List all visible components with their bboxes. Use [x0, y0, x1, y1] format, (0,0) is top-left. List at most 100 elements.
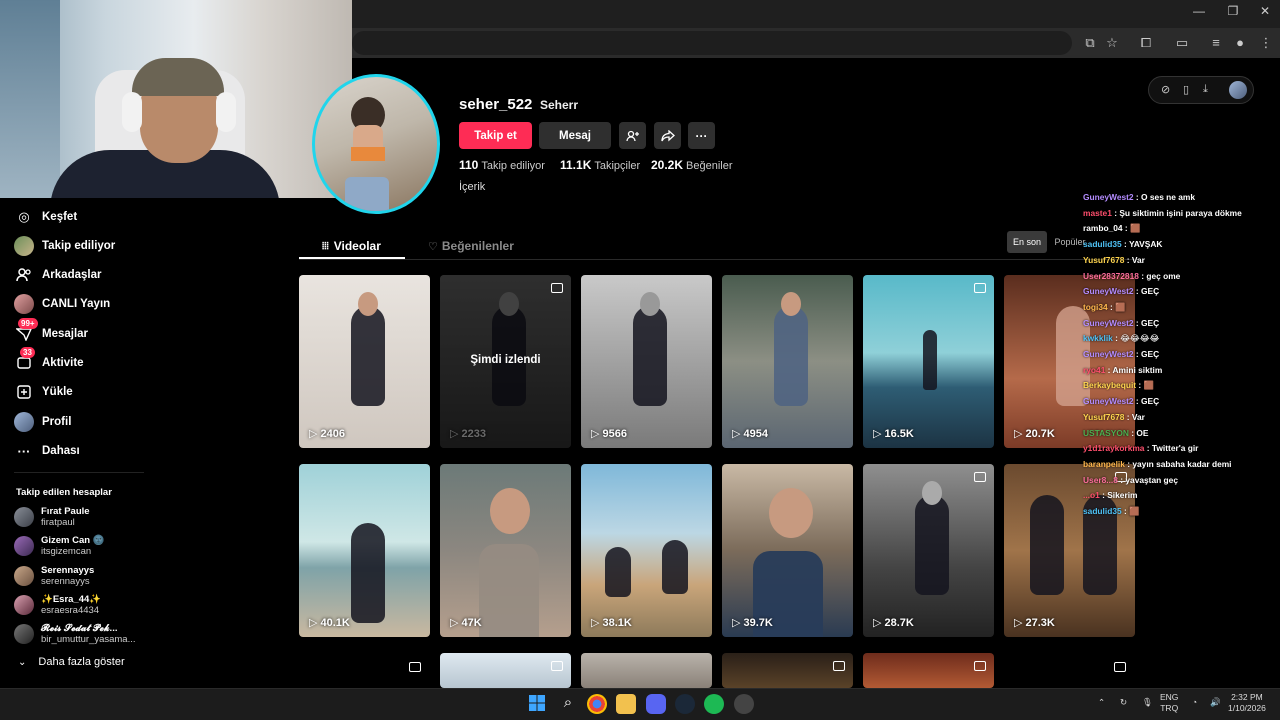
browser-menu-icon[interactable]: ⋮ [1256, 33, 1276, 53]
wifi-icon[interactable]: ◔ [1192, 697, 1197, 708]
install-app-icon[interactable]: ⧉ [1080, 33, 1100, 53]
address-bar[interactable] [352, 31, 1072, 55]
activity-badge: 33 [20, 347, 35, 358]
video-card[interactable] [863, 653, 994, 688]
chat-username: y1d1raykorkma [1083, 443, 1145, 454]
following-account[interactable]: 𝓡𝓮𝓲𝓼 𝓢𝓮𝓭𝓪𝓽 𝓟𝓮𝓴... bir_umuttur_yasama... [14, 621, 136, 647]
video-card[interactable]: ▷ 4954 [722, 275, 853, 448]
video-card[interactable]: Şimdi izlendi ▷ 2233 [440, 275, 571, 448]
video-card[interactable]: ▷ 9566 [581, 275, 712, 448]
minimize-button[interactable]: — [1184, 4, 1214, 18]
sidebar-item-messages[interactable]: 99+ Mesajlar [14, 318, 88, 346]
more-icon: ··· [17, 443, 31, 459]
following-count[interactable]: 110 Takip ediliyor [459, 158, 545, 172]
video-card[interactable]: ▷ 39.7K [722, 464, 853, 637]
following-account[interactable]: Fırat Paule firatpaul [14, 504, 90, 530]
clock[interactable]: 2:32 PM 1/10/2026 [1228, 692, 1266, 714]
bookmark-star-icon[interactable]: ☆ [1102, 33, 1122, 53]
language-indicator[interactable]: ENG TRQ [1160, 692, 1178, 714]
user-avatar[interactable] [1229, 81, 1247, 99]
tab-videos[interactable]: ⦙⦙⦙ Videolar [322, 235, 381, 257]
add-friend-button[interactable] [619, 122, 646, 149]
sidebar-item-activity[interactable]: 33 Aktivite [14, 347, 84, 375]
video-card[interactable]: ▷ 40.1K [299, 464, 430, 637]
following-account[interactable]: ✨Esra_44✨ esraesra4434 [14, 592, 101, 618]
chat-separator: : [1133, 396, 1142, 407]
message-button[interactable]: Mesaj [539, 122, 611, 149]
sidebar-item-profile[interactable]: Profil [14, 410, 71, 434]
pinned-icon [833, 661, 845, 671]
video-card[interactable] [440, 653, 571, 688]
show-more-button[interactable]: ⌄ Daha fazla göster [18, 656, 125, 668]
chat-username: kwkklik [1083, 333, 1113, 344]
obs-icon[interactable] [734, 694, 754, 714]
chat-message: rambo_04 : 🟫 [1083, 223, 1140, 234]
chat-message: Yusuf7678 : Var [1083, 412, 1145, 422]
view-count: ▷ 2233 [450, 428, 486, 440]
sidebar-item-label: Yükle [42, 386, 73, 398]
coin-icon[interactable]: ⊘ [1161, 83, 1170, 96]
chat-text: Var [1131, 254, 1145, 265]
chat-message: y1d1raykorkma : Twitter'a gir [1083, 443, 1198, 453]
page-actions-pill: ⊘ ▯ ⤓ [1148, 76, 1254, 104]
avatar [14, 624, 34, 644]
chat-message: baranpelik : yayın sabaha kadar demi [1083, 459, 1232, 469]
follow-button[interactable]: Takip et [459, 122, 532, 149]
start-icon[interactable] [528, 694, 548, 714]
video-card[interactable]: ▷ 2406 [299, 275, 430, 448]
following-account[interactable]: Gizem Can 🌚 itsgizemcan [14, 533, 105, 559]
network-sync-icon[interactable]: ↻ [1120, 697, 1127, 708]
profile-avatar[interactable] [312, 74, 440, 214]
sidebar-item-following[interactable]: Takip ediliyor [14, 234, 115, 258]
account-name: Fırat Paule [41, 506, 90, 517]
following-avatar-icon [14, 236, 34, 256]
file-explorer-icon[interactable] [616, 694, 636, 714]
sidebar-item-friends[interactable]: Arkadaşlar [14, 263, 101, 287]
extensions-icon[interactable]: ⧠ [1136, 33, 1156, 53]
pinned-icon [551, 661, 563, 671]
sidebar-divider [14, 472, 144, 473]
sidebar-item-label: Keşfet [42, 211, 78, 223]
chat-text: GEÇ [1141, 396, 1160, 407]
spotify-icon[interactable] [704, 694, 724, 714]
volume-icon[interactable]: 🔊 [1210, 697, 1221, 708]
view-count: ▷ 39.7K [732, 617, 773, 629]
video-card[interactable]: ▷ 38.1K [581, 464, 712, 637]
sidebar-item-more[interactable]: ··· Dahası [14, 439, 80, 463]
maximize-button[interactable]: ❐ [1218, 4, 1248, 18]
chat-username: GuneyWest2 [1083, 349, 1134, 359]
discord-icon[interactable] [646, 694, 666, 714]
sidebar-item-explore[interactable]: ◎ Keşfet [14, 205, 77, 229]
browser-avatar-icon[interactable]: ● [1230, 33, 1250, 53]
more-options-button[interactable]: ··· [688, 122, 715, 149]
chat-separator: : [1124, 411, 1132, 422]
download-icon[interactable]: ⤓ [1203, 83, 1208, 96]
video-card[interactable]: ▷ 47K [440, 464, 571, 637]
reading-list-icon[interactable]: ≡ [1206, 33, 1226, 53]
video-card[interactable]: ▷ 16.5K [863, 275, 994, 448]
view-count: ▷ 27.3K [1014, 617, 1055, 629]
sidebar-item-live[interactable]: CANLI Yayın [14, 292, 110, 316]
sidebar-item-upload[interactable]: Yükle [14, 380, 73, 404]
following-account[interactable]: Serennayys serennayys [14, 563, 94, 589]
chat-message: GuneyWest2 : O ses ne amk [1083, 192, 1195, 202]
sort-latest-button[interactable]: En son [1007, 231, 1047, 253]
followers-count[interactable]: 11.1K Takipçiler [560, 158, 640, 172]
steam-icon[interactable] [675, 694, 695, 714]
close-window-button[interactable]: ✕ [1250, 4, 1280, 18]
share-button[interactable] [654, 122, 681, 149]
chat-separator: : [1121, 239, 1129, 250]
cast-icon[interactable]: ▭ [1172, 33, 1192, 53]
video-card[interactable] [581, 653, 712, 688]
microphone-icon[interactable]: 🎙 [1142, 697, 1153, 708]
search-icon[interactable]: ⌕ [558, 694, 578, 714]
chat-text: Var [1131, 411, 1145, 422]
video-card[interactable] [722, 653, 853, 688]
chat-text: 😂😂😂😂 [1120, 333, 1160, 344]
device-icon[interactable]: ▯ [1183, 83, 1189, 96]
tray-overflow-icon[interactable]: ⌃ [1098, 697, 1105, 708]
video-card[interactable]: ▷ 28.7K [863, 464, 994, 637]
chrome-icon[interactable] [587, 694, 607, 714]
tab-liked[interactable]: ♡ Beğenilenler [428, 235, 514, 257]
chat-text: yayın sabaha kadar demi [1132, 458, 1232, 469]
